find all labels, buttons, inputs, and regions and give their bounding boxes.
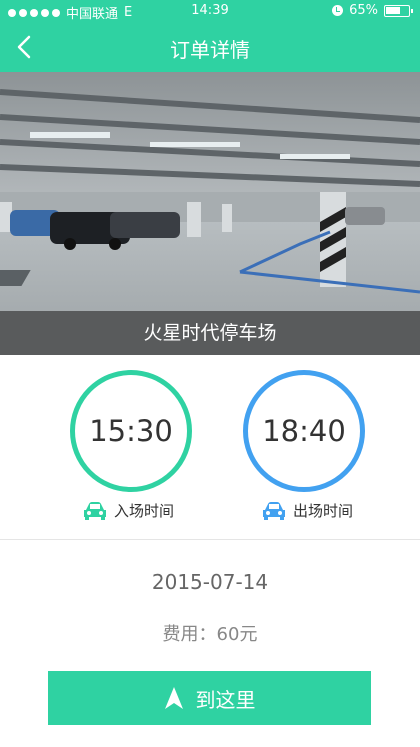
navigation-arrow-icon — [164, 687, 183, 709]
car-icon — [263, 501, 285, 520]
status-bar: 中国联通 E 14:39 65% — [0, 0, 420, 22]
entry-label-row: 入场时间 — [82, 500, 174, 521]
navigate-here-label: 到这里 — [195, 687, 256, 712]
exit-time-circle: 18:40 — [243, 370, 365, 492]
rotation-lock-icon — [332, 5, 344, 16]
nav-bar: 订单详情 — [0, 22, 420, 72]
entry-time: 15:30 — [89, 414, 173, 448]
battery-icon — [384, 4, 413, 17]
exit-time: 18:40 — [262, 414, 346, 448]
entry-time-circle: 15:30 — [70, 370, 192, 492]
parking-name: 火星时代停车场 — [0, 311, 420, 355]
exit-label: 出场时间 — [293, 502, 354, 520]
car-icon — [84, 501, 106, 520]
status-right: 65% — [332, 3, 413, 18]
navigate-here-button[interactable]: 到这里 — [48, 671, 371, 725]
order-date: 2015-07-14 — [151, 570, 269, 594]
battery-percent: 65% — [349, 3, 378, 18]
page-title: 订单详情 — [170, 38, 250, 62]
parking-photo: 火星时代停车场 — [0, 72, 420, 355]
entry-label: 入场时间 — [114, 502, 175, 520]
top-bar: 中国联通 E 14:39 65% 订单详情 — [0, 0, 420, 72]
time-section: 15:30 入场时间 18:40 出场时间 — [0, 355, 420, 540]
order-fee: 费用：60元 — [162, 624, 258, 645]
exit-label-row: 出场时间 — [261, 500, 353, 521]
